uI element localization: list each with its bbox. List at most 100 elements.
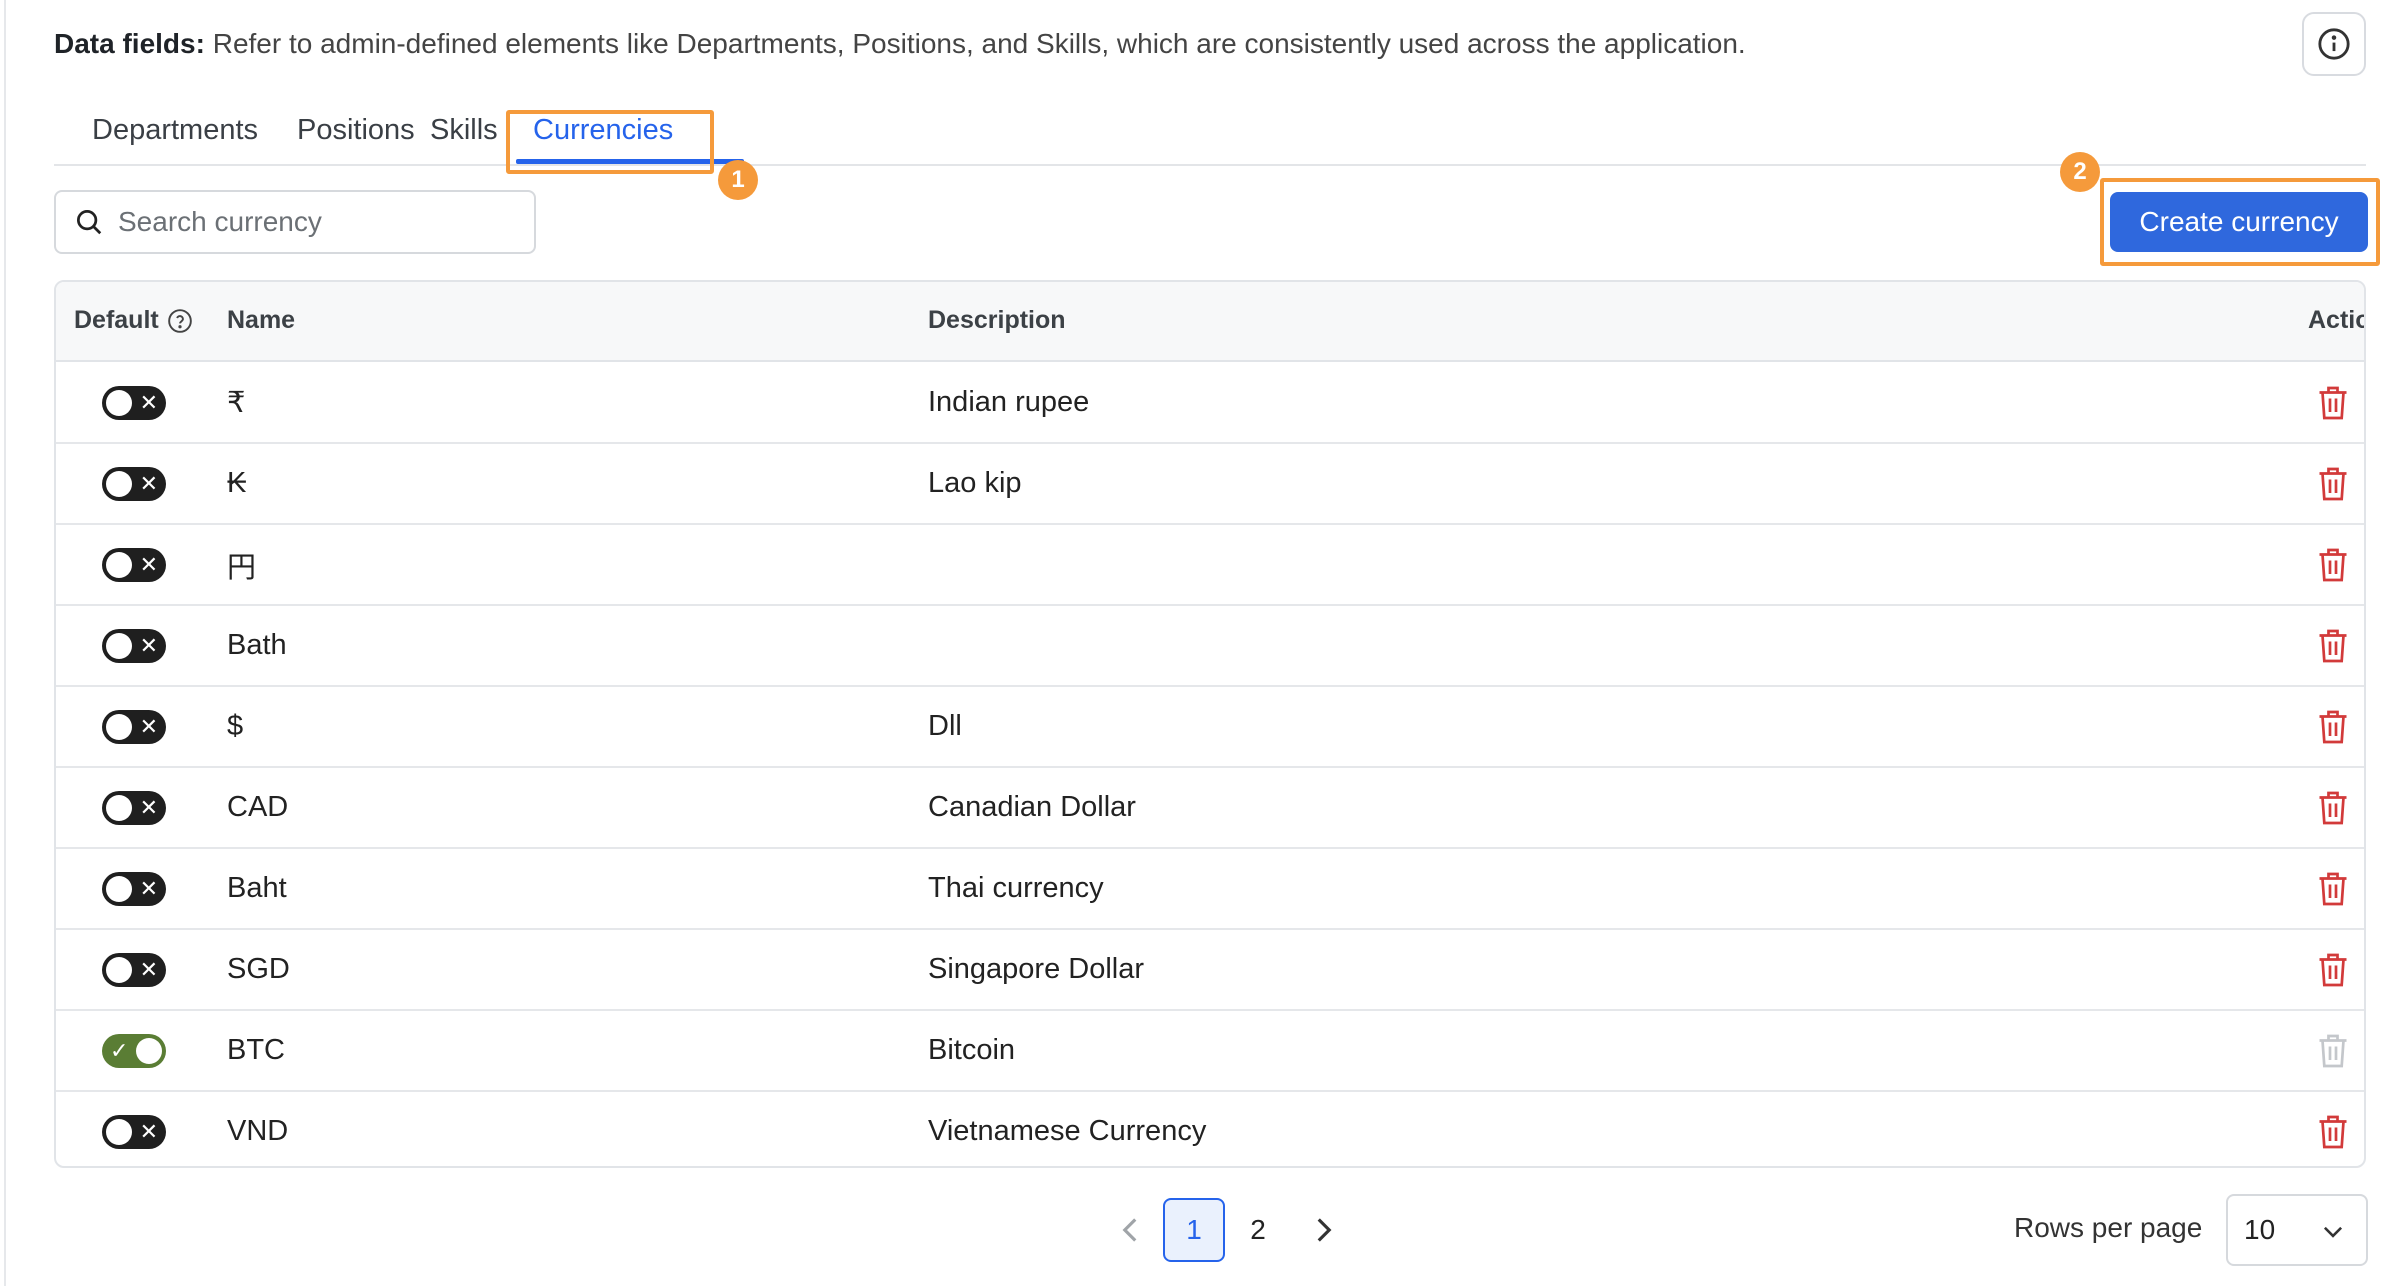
- trash-icon[interactable]: [2318, 871, 2348, 907]
- step-marker-2: 2: [2060, 152, 2100, 192]
- currency-table: Default Name Description Action ✕ ₹ Indian…: [54, 280, 2366, 1168]
- tab-departments[interactable]: Departments: [92, 114, 258, 147]
- toggle-knob: [106, 633, 132, 659]
- trash-icon[interactable]: [2318, 790, 2348, 826]
- trash-icon[interactable]: [2318, 385, 2348, 421]
- x-icon: ✕: [139, 957, 158, 982]
- rows-per-page-value: 10: [2244, 1214, 2276, 1245]
- x-icon: ✕: [139, 390, 158, 415]
- toggle-knob: [106, 1119, 132, 1145]
- trash-icon: [2319, 1034, 2347, 1068]
- next-page-button[interactable]: [1304, 1208, 1344, 1252]
- currency-name: ₹: [227, 387, 246, 419]
- toggle-knob: [106, 795, 132, 821]
- trash-icon[interactable]: [2318, 547, 2348, 583]
- rows-per-page-select[interactable]: 10: [2226, 1194, 2368, 1266]
- column-header-action: Action: [2308, 306, 2364, 334]
- chevron-down-icon: [2323, 1226, 2343, 1238]
- x-icon: ✕: [139, 795, 158, 820]
- search-icon: [77, 210, 102, 235]
- table-row: ✕ VND Vietnamese Currency: [56, 1092, 2364, 1166]
- table-row: ✕ SGD Singapore Dollar: [56, 930, 2364, 1011]
- page-description: Data fields: Refer to admin-defined elem…: [54, 24, 1746, 64]
- chevron-left-icon: [1122, 1218, 1137, 1242]
- tab-positions[interactable]: Positions: [297, 114, 415, 147]
- currency-name: 円: [227, 551, 257, 584]
- default-toggle[interactable]: ✕: [102, 872, 166, 906]
- default-toggle[interactable]: ✕: [102, 386, 166, 420]
- toggle-knob: [106, 876, 132, 902]
- table-row: ✕ 円: [56, 525, 2364, 606]
- x-icon: ✕: [139, 876, 158, 901]
- left-divider: [4, 0, 6, 1286]
- currency-name: BTC: [227, 1034, 285, 1066]
- default-toggle[interactable]: ✕: [102, 1115, 166, 1149]
- column-header-default-label: Default: [74, 306, 159, 334]
- table-row: ✕ Baht Thai currency: [56, 849, 2364, 930]
- check-icon: ✓: [110, 1038, 129, 1063]
- help-icon[interactable]: [167, 308, 193, 334]
- toggle-knob: [106, 957, 132, 983]
- column-header-description: Description: [928, 306, 1066, 334]
- search-box[interactable]: [54, 190, 536, 254]
- tab-bar: Departments Positions Skills Currencies: [54, 108, 2366, 166]
- table-row: ✕ CAD Canadian Dollar: [56, 768, 2364, 849]
- x-icon: ✕: [139, 552, 158, 577]
- currency-name: SGD: [227, 953, 290, 985]
- currency-name: Baht: [227, 872, 287, 904]
- table-row: ✕ ₹ Indian rupee: [56, 363, 2364, 444]
- default-toggle[interactable]: ✓: [102, 1034, 166, 1068]
- description-label: Data fields:: [54, 28, 205, 59]
- tab-skills[interactable]: Skills: [430, 114, 498, 147]
- default-toggle[interactable]: ✕: [102, 629, 166, 663]
- currency-description: Bitcoin: [928, 1034, 1016, 1066]
- currency-description: Indian rupee: [928, 386, 1090, 418]
- currency-description: Lao kip: [928, 467, 1022, 499]
- x-icon: ✕: [139, 714, 158, 739]
- currency-description: Singapore Dollar: [928, 953, 1145, 985]
- trash-icon[interactable]: [2318, 952, 2348, 988]
- page-button-1[interactable]: 1: [1163, 1198, 1225, 1262]
- chevron-right-icon: [1317, 1218, 1332, 1242]
- description-text: Refer to admin-defined elements like Dep…: [212, 28, 1746, 59]
- column-header-default: Default: [74, 306, 193, 335]
- search-input[interactable]: [118, 206, 498, 238]
- trash-icon[interactable]: [2318, 628, 2348, 664]
- x-icon: ✕: [139, 633, 158, 658]
- rows-per-page-label: Rows per page: [2014, 1212, 2203, 1243]
- table-row: ✕ Bath: [56, 606, 2364, 687]
- step-marker-1: 1: [718, 160, 758, 200]
- table-row: ✕ $ Dll: [56, 687, 2364, 768]
- table-row: ✓ BTC Bitcoin: [56, 1011, 2364, 1092]
- default-toggle[interactable]: ✕: [102, 548, 166, 582]
- currency-description: Dll: [928, 710, 962, 742]
- trash-icon[interactable]: [2318, 1114, 2348, 1150]
- trash-icon[interactable]: [2318, 466, 2348, 502]
- x-icon: ✕: [139, 471, 158, 496]
- currency-name: VND: [227, 1115, 289, 1147]
- toggle-knob: [106, 390, 132, 416]
- default-toggle[interactable]: ✕: [102, 710, 166, 744]
- info-button[interactable]: [2302, 12, 2366, 76]
- column-header-name: Name: [227, 306, 296, 334]
- page-button-2[interactable]: 2: [1227, 1198, 1289, 1262]
- highlight-box-tab: [506, 110, 714, 174]
- table-header: Default Name Description Action: [56, 282, 2364, 362]
- currency-name: Bath: [227, 629, 287, 661]
- toggle-knob: [136, 1038, 162, 1064]
- create-currency-button[interactable]: Create currency: [2110, 192, 2368, 252]
- currency-name: CAD: [227, 791, 289, 823]
- toggle-knob: [106, 714, 132, 740]
- toggle-knob: [106, 552, 132, 578]
- currency-description: Vietnamese Currency: [928, 1115, 1207, 1147]
- prev-page-button[interactable]: [1110, 1208, 1150, 1252]
- currency-description: Canadian Dollar: [928, 791, 1136, 823]
- currency-name: ₭: [227, 467, 247, 499]
- default-toggle[interactable]: ✕: [102, 791, 166, 825]
- x-icon: ✕: [139, 1119, 158, 1144]
- toggle-knob: [106, 471, 132, 497]
- info-icon: [2318, 28, 2350, 60]
- default-toggle[interactable]: ✕: [102, 467, 166, 501]
- trash-icon[interactable]: [2318, 709, 2348, 745]
- default-toggle[interactable]: ✕: [102, 953, 166, 987]
